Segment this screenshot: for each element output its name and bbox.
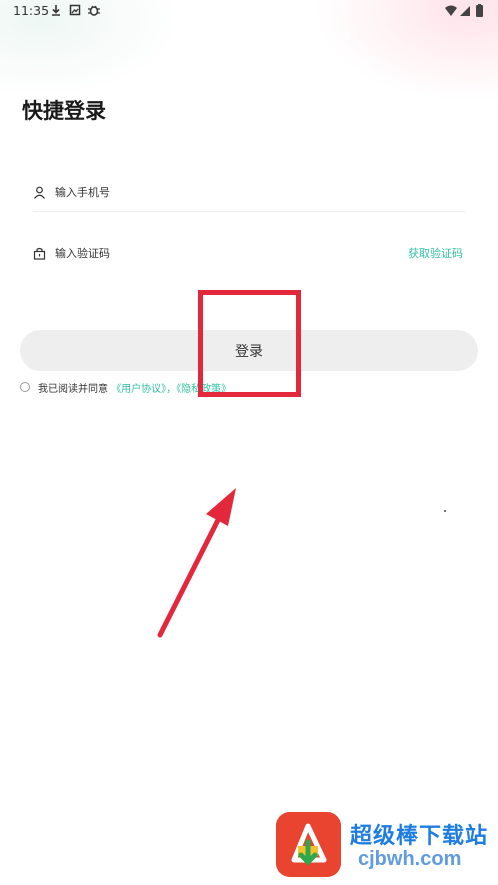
annotation-highlight-box: [198, 290, 301, 397]
agreement-radio[interactable]: [20, 382, 30, 392]
watermark-logo-icon: [276, 812, 341, 877]
status-right-icons: [444, 3, 488, 22]
watermark-site-name: 超级棒下载站: [350, 824, 489, 849]
stray-dot: [444, 510, 446, 512]
page-title: 快捷登录: [22, 99, 106, 123]
user-icon: [34, 186, 45, 199]
user-agreement-link[interactable]: 《用户协议》: [111, 384, 166, 395]
agreement-separator: ，: [166, 384, 177, 395]
get-code-button[interactable]: 获取验证码: [408, 245, 463, 261]
verification-code-field[interactable]: 输入验证码 获取验证码: [33, 244, 463, 268]
watermark-url: cjbwh.com: [358, 848, 462, 870]
code-placeholder: 输入验证码: [55, 247, 110, 260]
image-notification-icon: [69, 4, 81, 16]
wifi-icon: [445, 5, 457, 16]
field-divider: [33, 211, 465, 212]
agreement-prefix: 我已阅读并同意: [38, 384, 108, 395]
download-icon: [52, 5, 60, 16]
status-time: 11:35: [13, 3, 50, 18]
phone-field[interactable]: 输入手机号: [33, 183, 463, 207]
header-background-gradient: [0, 0, 498, 170]
lock-icon: [33, 247, 46, 260]
bug-icon: [88, 5, 100, 16]
signal-icon: [460, 6, 470, 16]
status-bar: 11:35: [0, 0, 498, 22]
phone-placeholder: 输入手机号: [55, 186, 110, 199]
battery-icon: [476, 4, 483, 17]
